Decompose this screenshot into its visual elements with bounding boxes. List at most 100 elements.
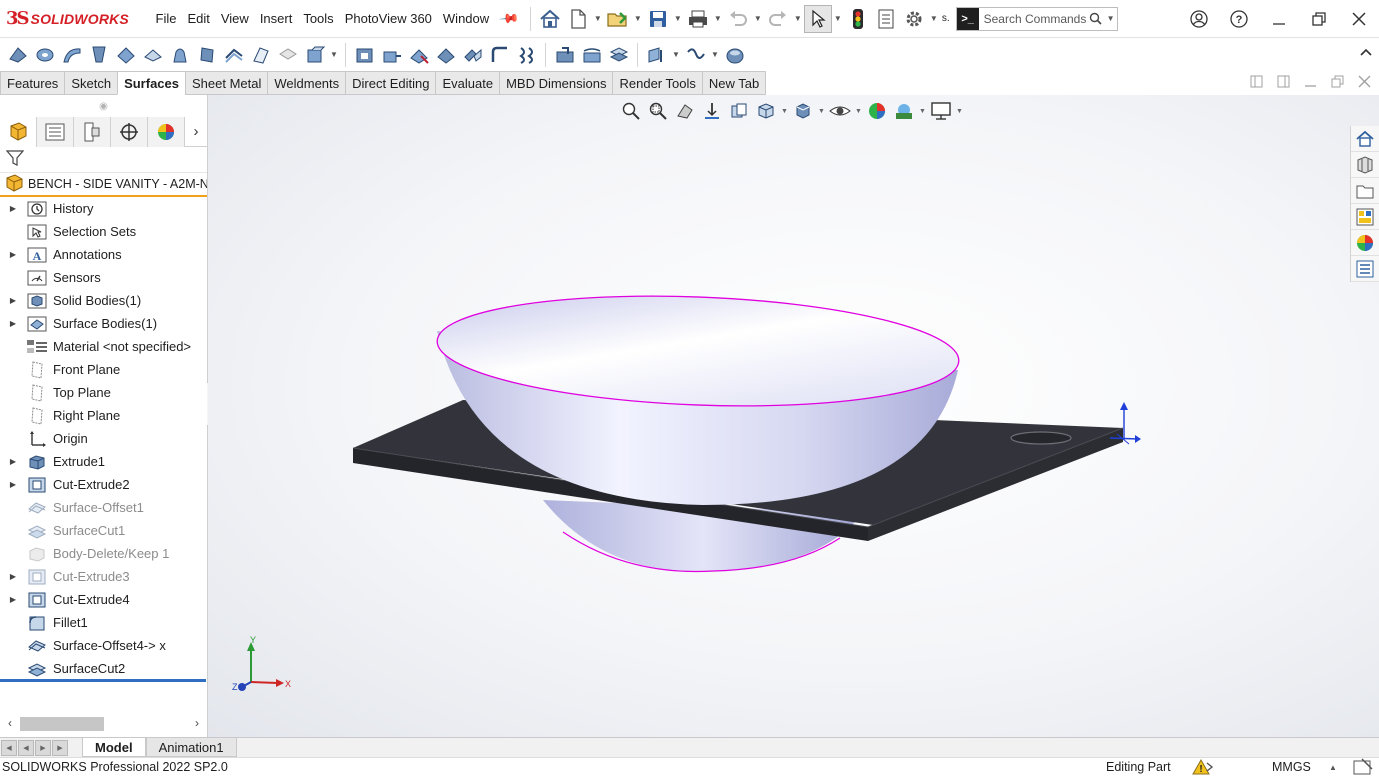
expand-arrow-icon[interactable]: ▶ xyxy=(0,204,26,213)
expand-arrow-icon[interactable]: ▶ xyxy=(0,296,26,305)
menu-edit[interactable]: Edit xyxy=(182,11,215,26)
expand-arrow-icon[interactable]: ▶ xyxy=(0,319,26,328)
tab-evaluate[interactable]: Evaluate xyxy=(435,71,500,95)
horizontal-scrollbar[interactable]: ‹ › xyxy=(0,712,207,734)
chevron-down-icon[interactable]: ▼ xyxy=(712,14,724,23)
chevron-up-icon[interactable]: ▲ xyxy=(1329,763,1337,772)
chevron-down-icon[interactable]: ▼ xyxy=(928,14,940,23)
menu-tools[interactable]: Tools xyxy=(298,11,339,26)
tree-node[interactable]: Sensors xyxy=(0,266,207,289)
custom-properties-icon[interactable] xyxy=(1351,256,1379,282)
tree-node[interactable]: ▶ Cut-Extrude4 xyxy=(0,588,207,611)
tree-node[interactable]: Selection Sets xyxy=(0,220,207,243)
chevron-down-icon[interactable]: ▼ xyxy=(752,14,764,23)
chevron-down-icon[interactable]: ▼ xyxy=(792,14,804,23)
chevron-down-icon[interactable]: ▼ xyxy=(670,50,682,59)
expand-arrow-icon[interactable]: ▶ xyxy=(0,595,26,604)
document-restore-icon[interactable] xyxy=(1331,75,1344,91)
loft-surface-icon[interactable] xyxy=(85,41,112,69)
surface-layers-icon[interactable] xyxy=(605,41,632,69)
tree-node[interactable]: ▶ Solid Bodies(1) xyxy=(0,289,207,312)
close-icon[interactable] xyxy=(1339,0,1379,38)
expand-arrow-icon[interactable]: ▶ xyxy=(0,572,26,581)
tree-node[interactable]: ▶ Extrude1 xyxy=(0,450,207,473)
tab-model[interactable]: Model xyxy=(82,738,146,757)
solidworks-logo[interactable]: 3S SOLIDWORKS xyxy=(0,8,150,29)
offset-surface-icon[interactable] xyxy=(220,41,247,69)
select-cursor-icon[interactable] xyxy=(803,4,832,33)
chevron-down-icon[interactable]: ▼ xyxy=(632,14,644,23)
tab-render-tools[interactable]: Render Tools xyxy=(612,71,702,95)
user-account-icon[interactable] xyxy=(1179,0,1219,38)
delete-face-icon[interactable] xyxy=(301,41,328,69)
tab-new-tab[interactable]: New Tab xyxy=(701,71,767,95)
menu-photoview[interactable]: PhotoView 360 xyxy=(339,11,437,26)
tree-node[interactable]: Front Plane xyxy=(0,358,207,381)
menu-window[interactable]: Window xyxy=(437,11,494,26)
help-icon[interactable]: ? xyxy=(1219,0,1259,38)
next-tab-icon[interactable]: ▶ xyxy=(35,739,51,756)
expand-arrow-icon[interactable]: ▶ xyxy=(0,250,26,259)
freeform-icon[interactable] xyxy=(166,41,193,69)
thickened-cut-icon[interactable] xyxy=(551,41,578,69)
rebuild-warning-icon[interactable]: ! xyxy=(1192,758,1214,776)
tree-node[interactable]: ▶ Cut-Extrude2 xyxy=(0,473,207,496)
new-document-icon[interactable] xyxy=(564,5,592,33)
planar-surface-icon[interactable] xyxy=(193,41,220,69)
quick-tips-icon[interactable] xyxy=(1352,758,1374,776)
search-icon[interactable] xyxy=(1087,12,1105,25)
revolved-surface-icon[interactable] xyxy=(31,41,58,69)
restore-icon[interactable] xyxy=(1299,0,1339,38)
scroll-right-icon[interactable]: › xyxy=(187,716,207,730)
instant-3d-icon[interactable] xyxy=(721,41,748,69)
graphics-viewport[interactable]: ▼ ▼ ▼ ▼ ▼ Y X Z xyxy=(208,95,1379,737)
rollback-bar[interactable] xyxy=(0,679,206,682)
appearances-scenes-icon[interactable] xyxy=(1351,230,1379,256)
chevron-down-icon[interactable]: ▼ xyxy=(328,50,340,59)
tree-node[interactable]: ▶ History xyxy=(0,197,207,220)
vanity-model[interactable] xyxy=(208,95,1379,737)
tree-node[interactable]: ▶ Surface Bodies(1) xyxy=(0,312,207,335)
view-palette-icon[interactable] xyxy=(1351,204,1379,230)
collapse-ribbon-icon[interactable] xyxy=(1359,44,1373,60)
dimxpert-manager-tab-icon[interactable] xyxy=(111,117,148,147)
menu-insert[interactable]: Insert xyxy=(254,11,298,26)
document-close-icon[interactable] xyxy=(1358,75,1371,91)
tree-node[interactable]: Right Plane xyxy=(0,404,207,427)
chevron-down-icon[interactable]: ▼ xyxy=(832,14,844,23)
trim-surface-icon[interactable] xyxy=(405,41,432,69)
tab-features[interactable]: Features xyxy=(0,71,65,95)
sketch-3d-icon[interactable] xyxy=(4,41,31,69)
thicken-icon[interactable] xyxy=(513,41,540,69)
open-document-icon[interactable] xyxy=(604,5,632,33)
tab-weldments[interactable]: Weldments xyxy=(267,71,346,95)
tab-direct-editing[interactable]: Direct Editing xyxy=(345,71,436,95)
menu-view[interactable]: View xyxy=(215,11,254,26)
tree-node[interactable]: Origin xyxy=(0,427,207,450)
tree-node[interactable]: Body-Delete/Keep 1 xyxy=(0,542,207,565)
chevron-down-icon[interactable]: ▼ xyxy=(592,14,604,23)
display-manager-tab-icon[interactable] xyxy=(148,117,185,147)
options-gear-icon[interactable] xyxy=(900,5,928,33)
knit-surface-icon[interactable] xyxy=(459,41,486,69)
tree-node[interactable]: Fillet1 xyxy=(0,611,207,634)
unit-system[interactable]: MMGS xyxy=(1272,760,1311,774)
tree-node[interactable]: Top Plane xyxy=(0,381,207,404)
ruled-surface-icon[interactable] xyxy=(247,41,274,69)
configuration-manager-tab-icon[interactable] xyxy=(74,117,111,147)
chevron-down-icon[interactable]: ▼ xyxy=(709,50,721,59)
search-commands-input[interactable]: >_ Search Commands ▼ xyxy=(955,6,1118,31)
print-icon[interactable] xyxy=(684,5,712,33)
file-properties-icon[interactable] xyxy=(872,5,900,33)
extend-surface-icon[interactable] xyxy=(378,41,405,69)
reference-geometry-icon[interactable] xyxy=(643,41,670,69)
first-tab-icon[interactable]: ◀ xyxy=(1,739,17,756)
expand-arrow-icon[interactable]: ▶ xyxy=(0,480,26,489)
last-tab-icon[interactable]: ▶ xyxy=(52,739,68,756)
minimize-icon[interactable] xyxy=(1259,0,1299,38)
feature-manager-tab-icon[interactable] xyxy=(0,117,37,147)
rebuild-traffic-light-icon[interactable] xyxy=(844,5,872,33)
tree-node[interactable]: Surface-Offset1 xyxy=(0,496,207,519)
filter-icon[interactable] xyxy=(5,149,25,170)
chevron-right-icon[interactable]: › xyxy=(185,117,207,146)
